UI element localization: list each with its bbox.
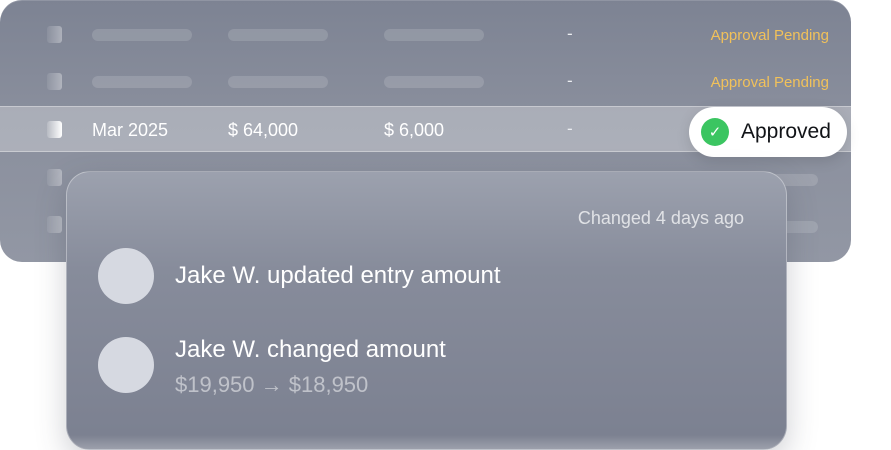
table-row[interactable]: - Approval Pending: [0, 11, 851, 57]
empty-cell: -: [567, 71, 573, 90]
row-checkbox[interactable]: [47, 216, 62, 233]
row-checkbox[interactable]: [47, 26, 62, 43]
amount-cell: $ 64,000: [228, 120, 299, 140]
delta-cell: $ 6,000: [384, 120, 445, 140]
changed-timestamp: Changed 4 days ago: [577, 208, 744, 228]
skeleton-cell: [92, 76, 192, 88]
check-circle-icon: ✓: [701, 118, 729, 146]
row-checkbox[interactable]: [47, 169, 62, 186]
activity-card: Changed 4 days ago Jake W. updated entry…: [66, 171, 787, 450]
avatar: [98, 248, 154, 304]
status-badge: Approval Pending: [710, 27, 829, 44]
skeleton-cell: [228, 76, 328, 88]
amount-change: $19,950 → $18,950: [175, 372, 369, 397]
skeleton-cell: [228, 29, 328, 41]
row-checkbox[interactable]: [47, 121, 62, 138]
card-edge-fade: [67, 435, 786, 449]
skeleton-cell: [384, 29, 484, 41]
row-checkbox[interactable]: [47, 73, 62, 90]
avatar: [98, 337, 154, 393]
skeleton-cell: [92, 29, 192, 41]
activity-text: Jake W. changed amount: [175, 336, 446, 363]
skeleton-cell: [384, 76, 484, 88]
approved-status-pill[interactable]: ✓ Approved: [689, 107, 847, 157]
period-cell: Mar 2025: [92, 120, 169, 140]
empty-cell: -: [567, 24, 573, 43]
status-badge: Approval Pending: [710, 74, 829, 91]
activity-text: Jake W. updated entry amount: [175, 262, 501, 289]
stage: - Approval Pending - Approval Pending Ma…: [0, 0, 891, 450]
table-row[interactable]: - Approval Pending: [0, 58, 851, 104]
approved-label: Approved: [741, 120, 831, 143]
empty-cell: -: [567, 119, 573, 138]
